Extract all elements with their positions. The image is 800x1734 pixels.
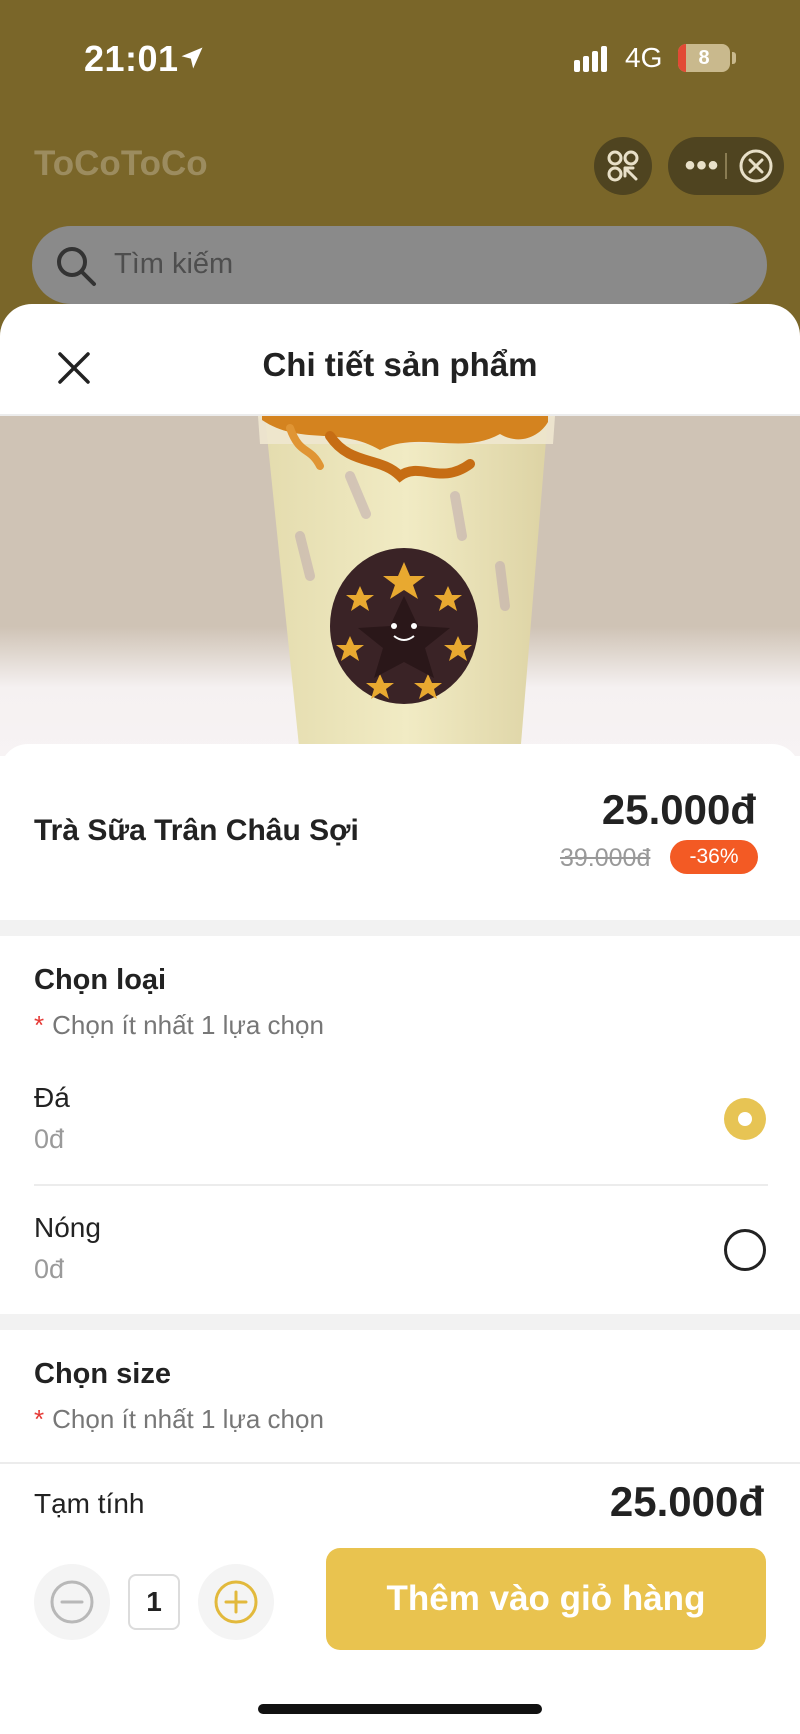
- product-price: 25.000đ: [601, 786, 756, 833]
- sheet-header: Chi tiết sản phẩm: [0, 304, 800, 414]
- search-icon: [57, 247, 96, 286]
- product-image: [0, 416, 800, 756]
- quantity-value[interactable]: 1: [128, 1574, 180, 1630]
- app-title: ToCoToCo: [34, 144, 208, 183]
- type-section-title: Chọn loại: [34, 964, 167, 996]
- product-info-card: Trà Sữa Trân Châu Sợi 25.000đ 39.000đ -3…: [0, 744, 800, 924]
- option-divider: [34, 1184, 768, 1186]
- required-text: Chọn ít nhất 1 lựa chọn: [52, 1404, 324, 1434]
- close-circle-icon[interactable]: [738, 148, 774, 184]
- decrease-quantity-button[interactable]: [34, 1564, 110, 1640]
- product-name: Trà Sữa Trân Châu Sợi: [34, 814, 359, 847]
- signal-icon: [574, 46, 607, 72]
- network-type: 4G: [625, 42, 663, 73]
- minus-circle-icon: [50, 1580, 94, 1624]
- checkout-bar: Tạm tính 25.000đ 1 Thêm vào giỏ hàng: [0, 1462, 800, 1734]
- status-bar: 21:01 4G 8: [0, 0, 800, 120]
- size-section-title: Chọn size: [34, 1358, 171, 1390]
- more-icon[interactable]: •••: [682, 137, 722, 195]
- battery-tip: [732, 52, 736, 64]
- product-old-price: 39.000đ: [560, 844, 651, 872]
- section-divider: [0, 1314, 800, 1330]
- sheet-title: Chi tiết sản phẩm: [262, 346, 538, 383]
- mini-app-capsule: •••: [668, 137, 784, 195]
- battery-icon: 8: [678, 44, 730, 72]
- discount-badge: -36%: [670, 840, 758, 874]
- required-asterisk: *: [34, 1404, 45, 1434]
- search-placeholder: Tìm kiếm: [114, 248, 234, 280]
- radio-selected[interactable]: [724, 1098, 766, 1140]
- required-text: Chọn ít nhất 1 lựa chọn: [52, 1010, 324, 1040]
- scan-button[interactable]: [594, 137, 652, 195]
- type-required-note: * Chọn ít nhất 1 lựa chọn: [34, 1010, 324, 1041]
- milk-tea-cup-image: [258, 416, 555, 756]
- increase-quantity-button[interactable]: [198, 1564, 274, 1640]
- home-indicator[interactable]: [258, 1704, 542, 1714]
- plus-circle-icon: [214, 1580, 258, 1624]
- scan-icon: [607, 150, 639, 182]
- option-price: 0đ: [34, 1124, 65, 1154]
- subtotal-value: 25.000đ: [609, 1478, 764, 1525]
- battery-percent: 8: [698, 47, 710, 69]
- radio-unselected[interactable]: [724, 1229, 766, 1271]
- option-label: Nóng: [34, 1212, 101, 1243]
- search-input[interactable]: Tìm kiếm: [32, 226, 767, 304]
- capsule-divider: [725, 153, 727, 179]
- option-label: Đá: [34, 1082, 70, 1113]
- add-to-cart-button[interactable]: Thêm vào giỏ hàng: [326, 1548, 766, 1650]
- status-time: 21:01: [84, 38, 179, 79]
- subtotal-label: Tạm tính: [34, 1488, 145, 1519]
- option-price: 0đ: [34, 1254, 65, 1284]
- required-asterisk: *: [34, 1010, 45, 1040]
- location-arrow-icon: [181, 47, 203, 69]
- size-required-note: * Chọn ít nhất 1 lựa chọn: [34, 1404, 324, 1435]
- section-divider: [0, 920, 800, 936]
